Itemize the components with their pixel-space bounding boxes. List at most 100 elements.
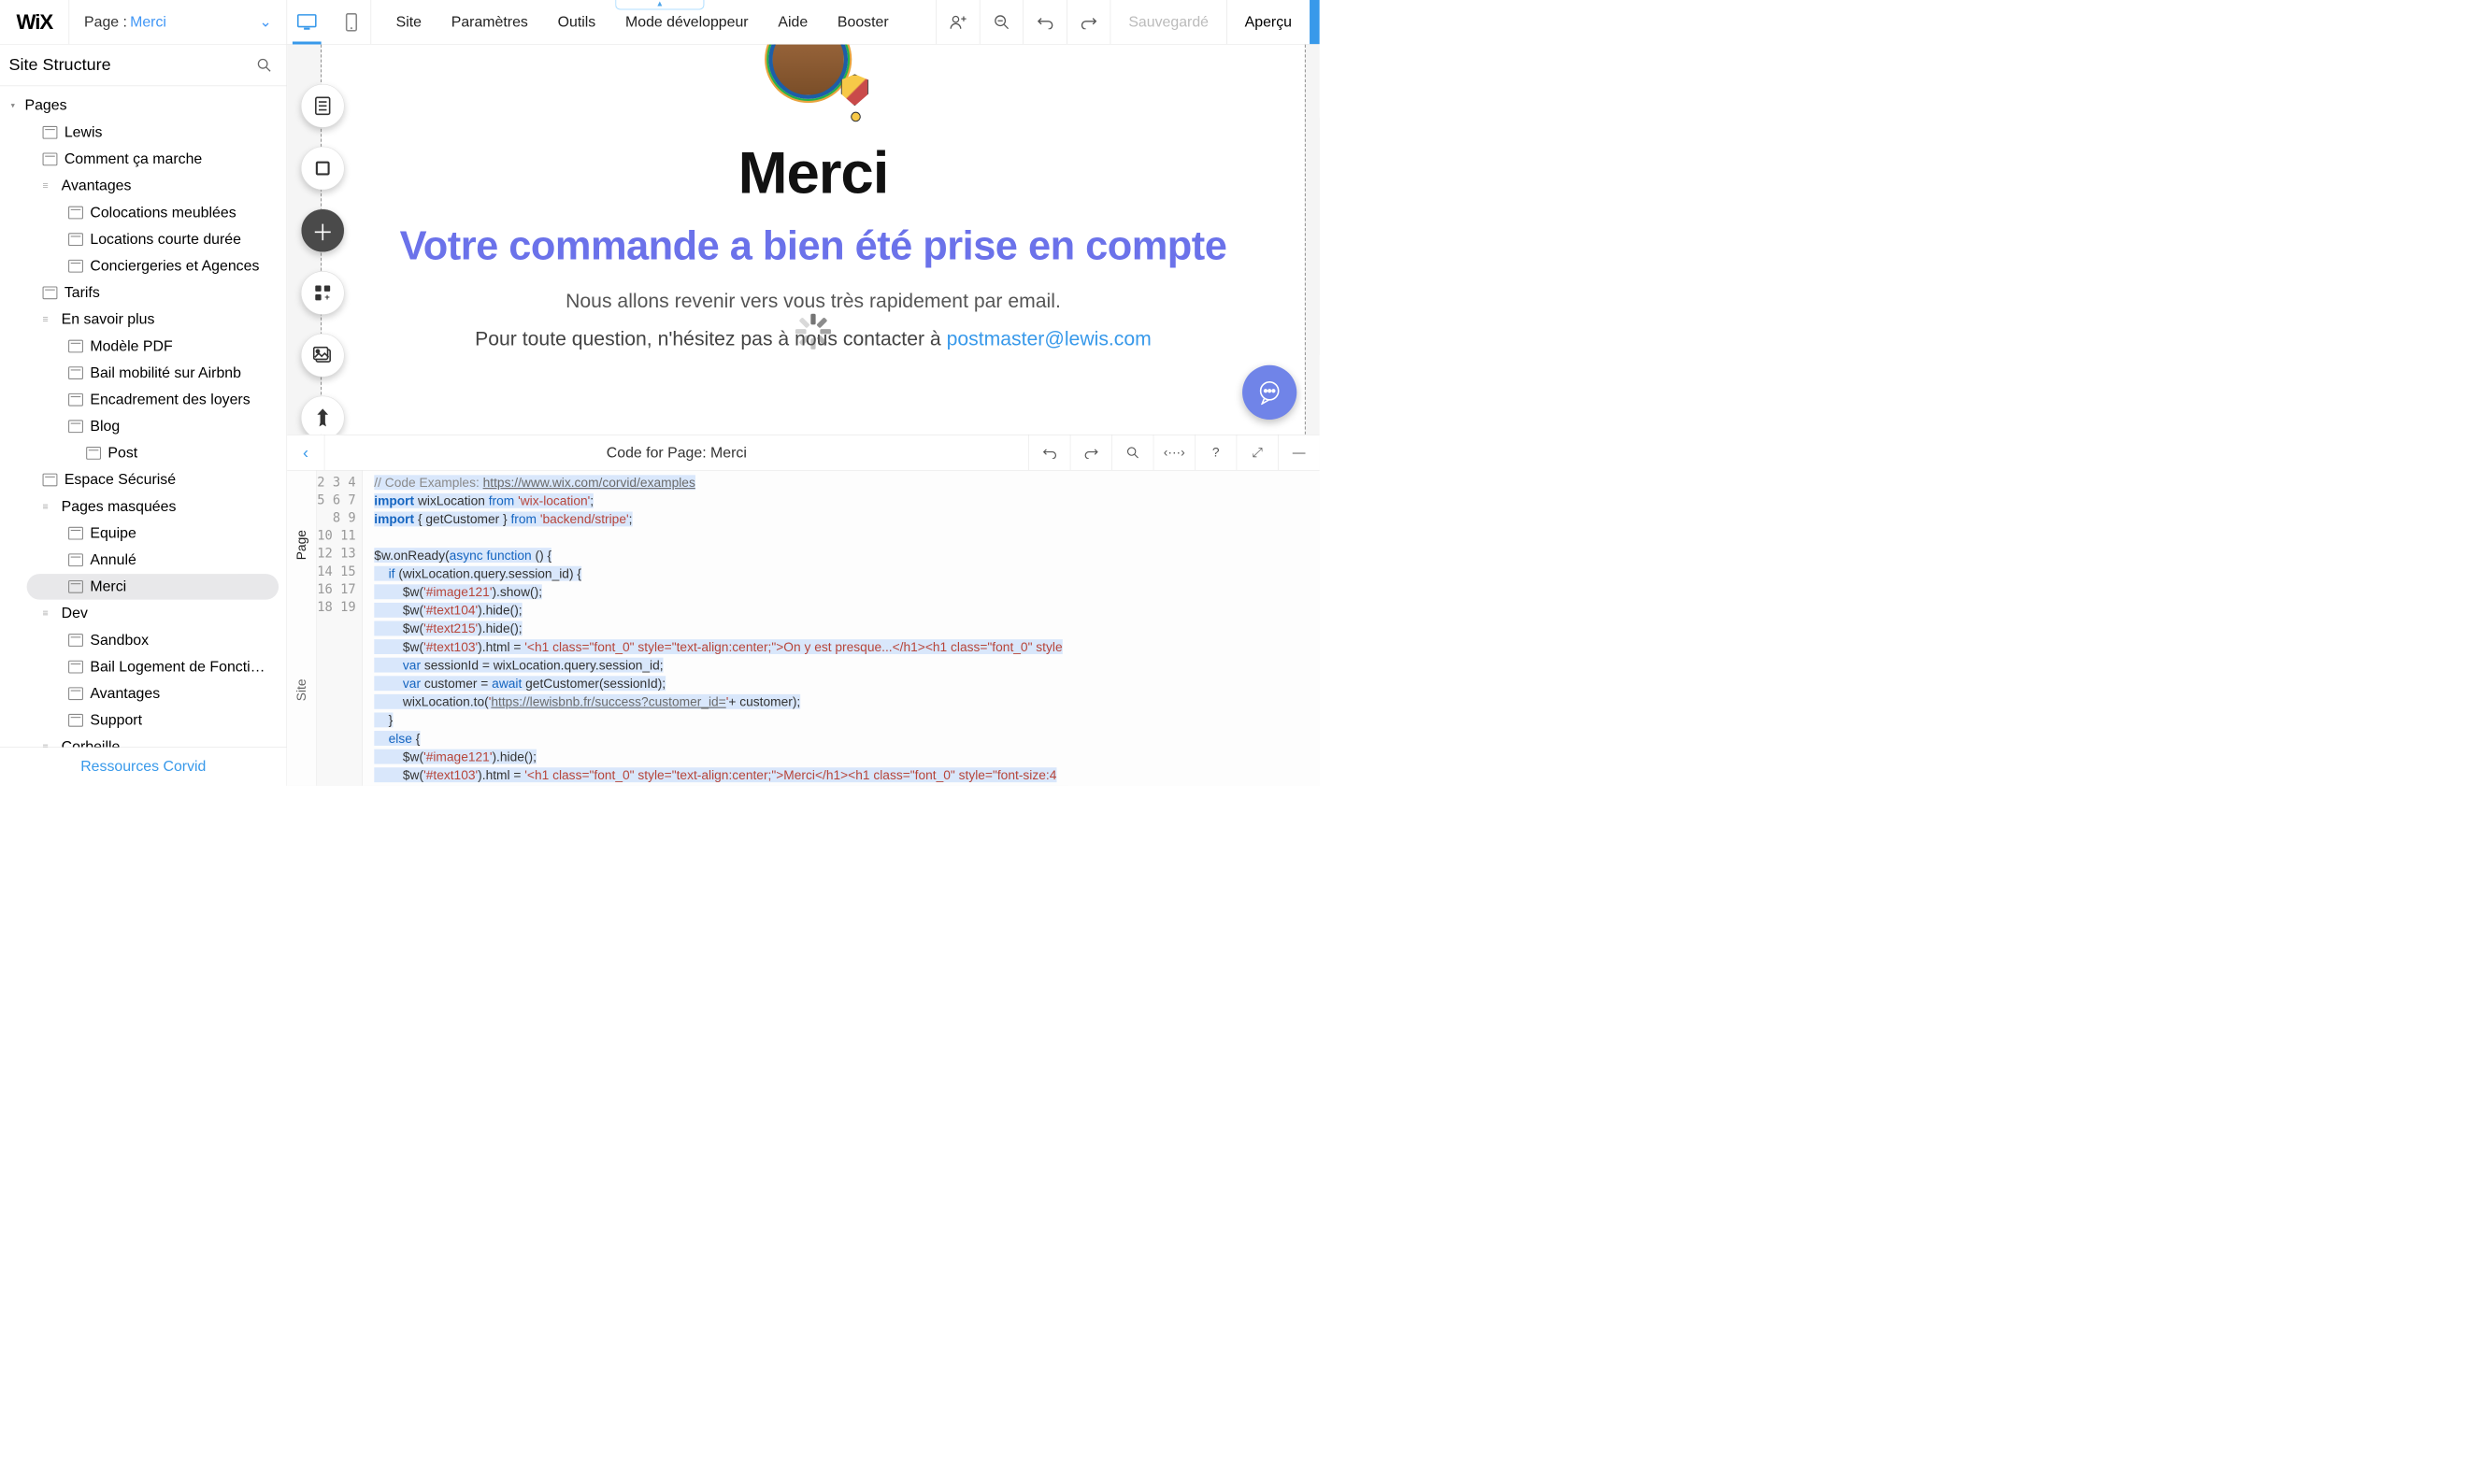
tree-item-corbeille[interactable]: ≡Corbeille (17, 735, 279, 747)
code-undo-icon[interactable] (1028, 435, 1069, 470)
code-wrap-icon[interactable]: ‹···› (1153, 435, 1195, 470)
tree-item-equipe[interactable]: Equipe (27, 521, 279, 547)
page-content: Merci Votre commande a bien été prise en… (322, 45, 1305, 435)
tree-item-coloc[interactable]: Colocations meublées (27, 200, 279, 226)
pages-tool-icon[interactable] (301, 84, 345, 128)
tree-item-encadrement[interactable]: Encadrement des loyers (27, 387, 279, 413)
tree-item-modele[interactable]: Modèle PDF (27, 334, 279, 360)
page-icon (68, 634, 83, 647)
corvid-resources-link[interactable]: Ressources Corvid (0, 747, 287, 786)
page-canvas[interactable]: ＋ + Merci Votre commande a bien été pris… (287, 45, 1320, 435)
tree-item-comment[interactable]: Comment ça marche (17, 147, 279, 173)
page-icon (43, 474, 58, 487)
background-tool-icon[interactable] (301, 147, 345, 191)
chat-fab-button[interactable] (1242, 365, 1296, 420)
page-icon (68, 233, 83, 246)
menu-outils[interactable]: Outils (558, 14, 596, 31)
menu-aide[interactable]: Aide (778, 14, 808, 31)
page-icon (68, 527, 83, 540)
code-search-icon[interactable] (1111, 435, 1153, 470)
chevron-down-icon: ⌄ (259, 13, 271, 31)
page-tree: ▾Pages Lewis Comment ça marche ≡Avantage… (0, 86, 287, 747)
page-subtitle: Votre commande a bien été prise en compt… (400, 223, 1227, 268)
top-collapse-hint[interactable]: ▲ (615, 0, 704, 10)
page-icon (43, 126, 58, 139)
code-expand-icon[interactable]: ⤢ (1237, 435, 1278, 470)
page-title: Merci (738, 138, 889, 207)
page-icon (68, 714, 83, 727)
device-toggle (287, 0, 371, 44)
desktop-device-button[interactable] (294, 0, 319, 44)
shield-icon (841, 74, 869, 106)
tree-item-espace[interactable]: Espace Sécurisé (17, 467, 279, 493)
tree-item-sandbox[interactable]: Sandbox (27, 627, 279, 653)
topbar-right: Sauvegardé Aperçu (936, 0, 1319, 44)
theme-tool-icon[interactable] (301, 396, 345, 435)
menu-list-icon: ≡ (43, 315, 55, 325)
tree-item-avantages2[interactable]: Avantages (27, 681, 279, 707)
tree-item-avantages[interactable]: ≡Avantages (17, 173, 279, 199)
add-element-tool-icon[interactable]: ＋ (301, 208, 345, 252)
code-help-icon[interactable]: ? (1195, 435, 1236, 470)
code-side-tabs: Page Site (287, 471, 317, 786)
page-icon (68, 340, 83, 353)
menu-list-icon: ≡ (43, 181, 55, 192)
code-title: Code for Page: Merci (324, 444, 1028, 461)
page-icon (68, 687, 83, 700)
page-icon (43, 287, 58, 300)
tree-item-merci[interactable]: Merci (27, 574, 279, 600)
menu-site[interactable]: Site (396, 14, 422, 31)
page-icon (43, 153, 58, 166)
page-icon (68, 661, 83, 674)
tree-item-support[interactable]: Support (27, 707, 279, 734)
zoom-out-icon[interactable] (980, 0, 1024, 44)
tree-item-bailairbnb[interactable]: Bail mobilité sur Airbnb (27, 360, 279, 386)
menu-parametres[interactable]: Paramètres (451, 14, 528, 31)
code-header: ‹ Code for Page: Merci ‹···› ? ⤢ — (287, 435, 1320, 470)
code-toolbar: ‹···› ? ⤢ — (1028, 435, 1319, 470)
tree-item-savoir[interactable]: ≡En savoir plus (17, 307, 279, 333)
tree-item-baillog[interactable]: Bail Logement de Fonction sur … (27, 654, 279, 680)
publish-button-edge[interactable] (1310, 0, 1320, 44)
code-editor[interactable]: // Code Examples: https://www.wix.com/co… (363, 471, 1320, 786)
code-panel: ‹ Code for Page: Merci ‹···› ? ⤢ — Page … (287, 435, 1320, 786)
code-tab-page[interactable]: Page (292, 521, 311, 570)
apps-tool-icon[interactable]: + (301, 271, 345, 315)
contact-email-link[interactable]: postmaster@lewis.com (947, 328, 1152, 350)
code-back-button[interactable]: ‹ (287, 435, 324, 470)
tree-group-pages[interactable]: ▾Pages (0, 92, 287, 119)
redo-icon[interactable] (1067, 0, 1110, 44)
tree-item-post[interactable]: Post (27, 440, 279, 466)
loading-spinner-icon (794, 312, 833, 351)
code-tab-site[interactable]: Site (292, 669, 311, 711)
page-selector-label: Page : (84, 14, 127, 31)
tree-item-tarifs[interactable]: Tarifs (17, 280, 279, 307)
left-tool-rail: ＋ + (301, 84, 345, 435)
status-dot-icon (851, 112, 861, 122)
media-tool-icon[interactable] (301, 334, 345, 378)
tree-item-lewis[interactable]: Lewis (17, 120, 279, 146)
wix-logo[interactable]: WiX (0, 0, 69, 44)
menu-dev-mode[interactable]: Mode développeur (625, 14, 749, 31)
page-icon (68, 554, 83, 567)
preview-button[interactable]: Aperçu (1226, 0, 1310, 44)
save-status: Sauvegardé (1110, 0, 1226, 44)
menu-booster[interactable]: Booster (838, 14, 889, 31)
page-icon (68, 260, 83, 273)
code-minimize-icon[interactable]: — (1278, 435, 1319, 470)
search-icon[interactable] (257, 58, 272, 73)
site-structure-panel: Site Structure ▾Pages Lewis Comment ça m… (0, 45, 287, 786)
tree-item-concierge[interactable]: Conciergeries et Agences (27, 253, 279, 279)
page-selector[interactable]: Page : Merci ⌄ (69, 0, 287, 44)
page-icon (68, 580, 83, 593)
tree-item-courte[interactable]: Locations courte durée (27, 227, 279, 253)
code-redo-icon[interactable] (1070, 435, 1111, 470)
tree-item-masquees[interactable]: ≡Pages masquées (17, 493, 279, 520)
code-gutter: 2 3 4 5 6 7 8 9 10 11 12 13 14 15 16 17 … (317, 471, 363, 786)
collaborators-icon[interactable] (936, 0, 980, 44)
tree-item-annule[interactable]: Annulé (27, 548, 279, 574)
tree-item-blog[interactable]: Blog (27, 414, 279, 440)
tree-item-dev[interactable]: ≡Dev (17, 601, 279, 627)
undo-icon[interactable] (1024, 0, 1067, 44)
mobile-device-button[interactable] (338, 0, 363, 44)
